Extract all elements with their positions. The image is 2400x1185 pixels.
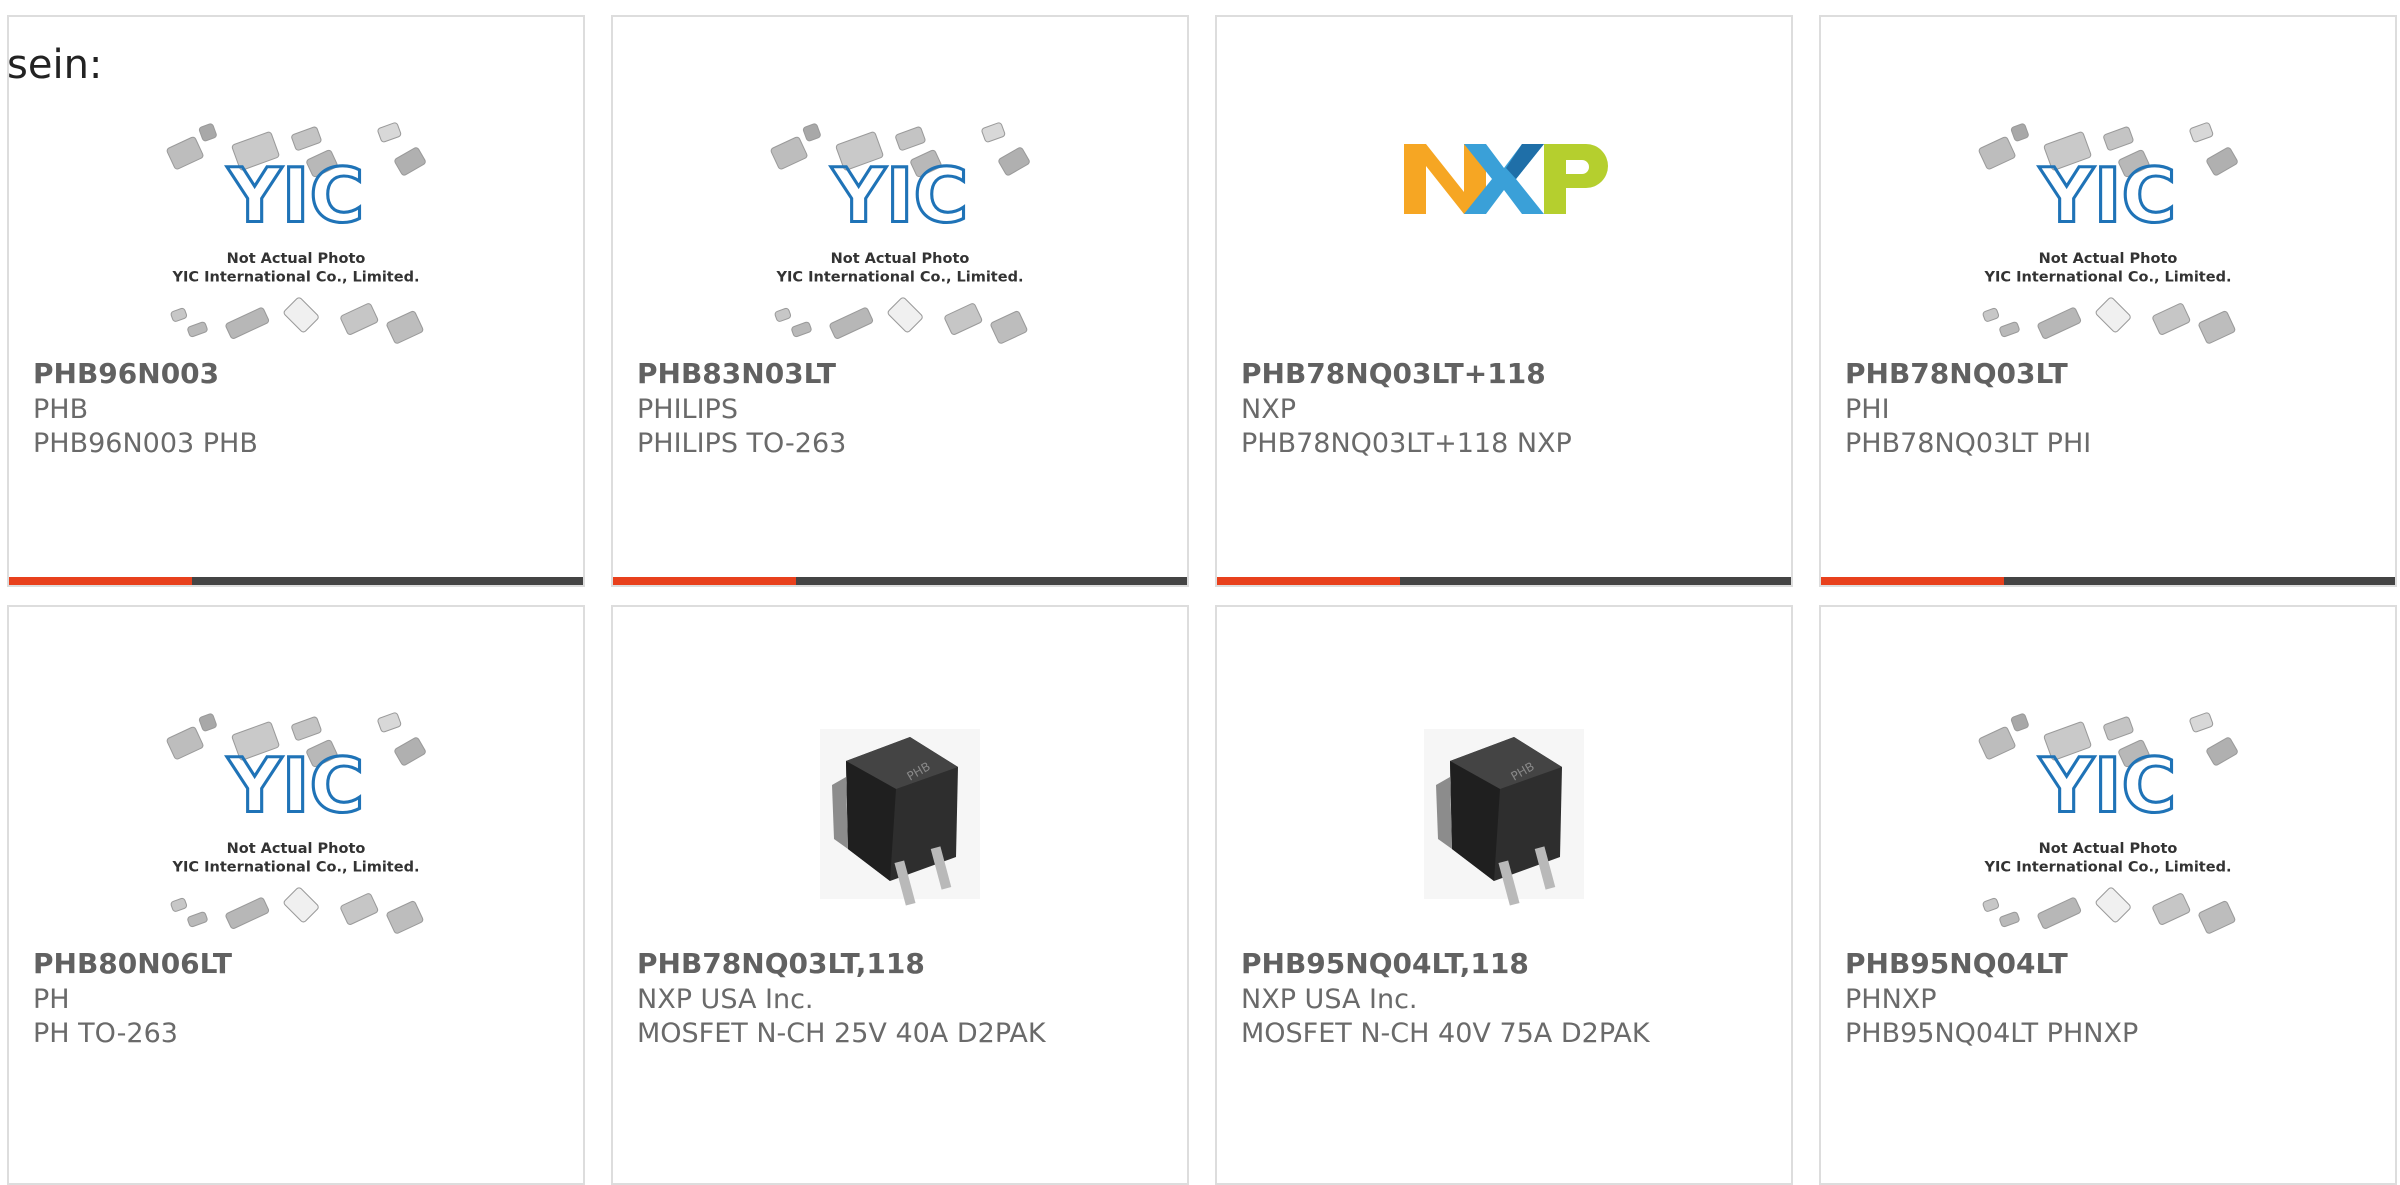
description-label: PHILIPS TO-263 xyxy=(637,428,847,459)
product-card[interactable]: YIC Not Actual Photo YIC International C… xyxy=(1819,605,2397,1185)
svg-text:YIC: YIC xyxy=(2039,743,2177,830)
product-card[interactable]: YIC Not Actual Photo YIC International C… xyxy=(7,605,585,1185)
svg-text:Not Actual Photo: Not Actual Photo xyxy=(2039,251,2178,267)
part-number-link[interactable]: PHB95NQ04LT,118 xyxy=(1241,947,1529,980)
svg-text:YIC International Co., Limited: YIC International Co., Limited. xyxy=(172,270,420,286)
svg-text:YIC International Co., Limited: YIC International Co., Limited. xyxy=(1984,270,2232,286)
description-label: MOSFET N-CH 40V 75A D2PAK xyxy=(1241,1018,1650,1049)
product-card[interactable]: PHB PHB95NQ04LT,118 NXP USA Inc. MOSFET … xyxy=(1215,605,1793,1185)
manufacturer-label: PHILIPS xyxy=(637,394,738,425)
product-image-placeholder[interactable]: YIC Not Actual Photo YIC International C… xyxy=(1968,99,2248,369)
d2pak-package-image[interactable]: PHB xyxy=(1364,689,1644,959)
manufacturer-label: PHNXP xyxy=(1845,984,1937,1015)
part-number-link[interactable]: PHB78NQ03LT+118 xyxy=(1241,357,1546,390)
manufacturer-label: PHB xyxy=(33,394,89,425)
product-card[interactable]: PHB78NQ03LT+118 NXP PHB78NQ03LT+118 NXP xyxy=(1215,15,1793,587)
svg-text:YIC International Co., Limited: YIC International Co., Limited. xyxy=(1984,860,2232,876)
product-image-placeholder[interactable]: YIC Not Actual Photo YIC International C… xyxy=(156,99,436,369)
svg-text:YIC: YIC xyxy=(831,153,969,240)
product-grid: YIC Not Actual Photo YIC International C… xyxy=(0,0,2400,1185)
product-image-placeholder[interactable]: YIC Not Actual Photo YIC International C… xyxy=(1968,689,2248,959)
part-number-link[interactable]: PHB83N03LT xyxy=(637,357,836,390)
manufacturer-label: NXP xyxy=(1241,394,1296,425)
svg-text:YIC: YIC xyxy=(227,153,365,240)
description-label: MOSFET N-CH 25V 40A D2PAK xyxy=(637,1018,1046,1049)
part-number-link[interactable]: PHB80N06LT xyxy=(33,947,232,980)
product-card[interactable]: YIC Not Actual Photo YIC International C… xyxy=(1819,15,2397,587)
svg-text:Not Actual Photo: Not Actual Photo xyxy=(831,251,970,267)
svg-text:Not Actual Photo: Not Actual Photo xyxy=(227,251,366,267)
description-label: PHB96N003 PHB xyxy=(33,428,258,459)
manufacturer-label: PHI xyxy=(1845,394,1890,425)
description-label: PHB95NQ04LT PHNXP xyxy=(1845,1018,2139,1049)
nxp-logo-image[interactable] xyxy=(1364,99,1644,369)
manufacturer-label: PH xyxy=(33,984,70,1015)
part-number-link[interactable]: PHB78NQ03LT,118 xyxy=(637,947,925,980)
description-label: PHB78NQ03LT+118 NXP xyxy=(1241,428,1572,459)
card-accent-bar xyxy=(1821,577,2395,585)
part-number-link[interactable]: PHB95NQ04LT xyxy=(1845,947,2068,980)
product-image-placeholder[interactable]: YIC Not Actual Photo YIC International C… xyxy=(156,689,436,959)
description-label: PH TO-263 xyxy=(33,1018,178,1049)
svg-text:Not Actual Photo: Not Actual Photo xyxy=(2039,841,2178,857)
product-card[interactable]: PHB PHB78NQ03LT,118 NXP USA Inc. MOSFET … xyxy=(611,605,1189,1185)
manufacturer-label: NXP USA Inc. xyxy=(1241,984,1418,1015)
part-number-link[interactable]: PHB96N003 xyxy=(33,357,219,390)
svg-text:YIC: YIC xyxy=(2039,153,2177,240)
svg-text:YIC International Co., Limited: YIC International Co., Limited. xyxy=(172,860,420,876)
product-card[interactable]: YIC Not Actual Photo YIC International C… xyxy=(611,15,1189,587)
intro-text: sein: xyxy=(7,42,103,88)
description-label: PHB78NQ03LT PHI xyxy=(1845,428,2092,459)
card-accent-bar xyxy=(9,577,583,585)
svg-text:YIC: YIC xyxy=(227,743,365,830)
d2pak-package-image[interactable]: PHB xyxy=(760,689,1040,959)
card-accent-bar xyxy=(613,577,1187,585)
product-image-placeholder[interactable]: YIC Not Actual Photo YIC International C… xyxy=(760,99,1040,369)
svg-text:Not Actual Photo: Not Actual Photo xyxy=(227,841,366,857)
part-number-link[interactable]: PHB78NQ03LT xyxy=(1845,357,2068,390)
product-card[interactable]: YIC Not Actual Photo YIC International C… xyxy=(7,15,585,587)
card-accent-bar xyxy=(1217,577,1791,585)
svg-text:YIC International Co., Limited: YIC International Co., Limited. xyxy=(776,270,1024,286)
manufacturer-label: NXP USA Inc. xyxy=(637,984,814,1015)
